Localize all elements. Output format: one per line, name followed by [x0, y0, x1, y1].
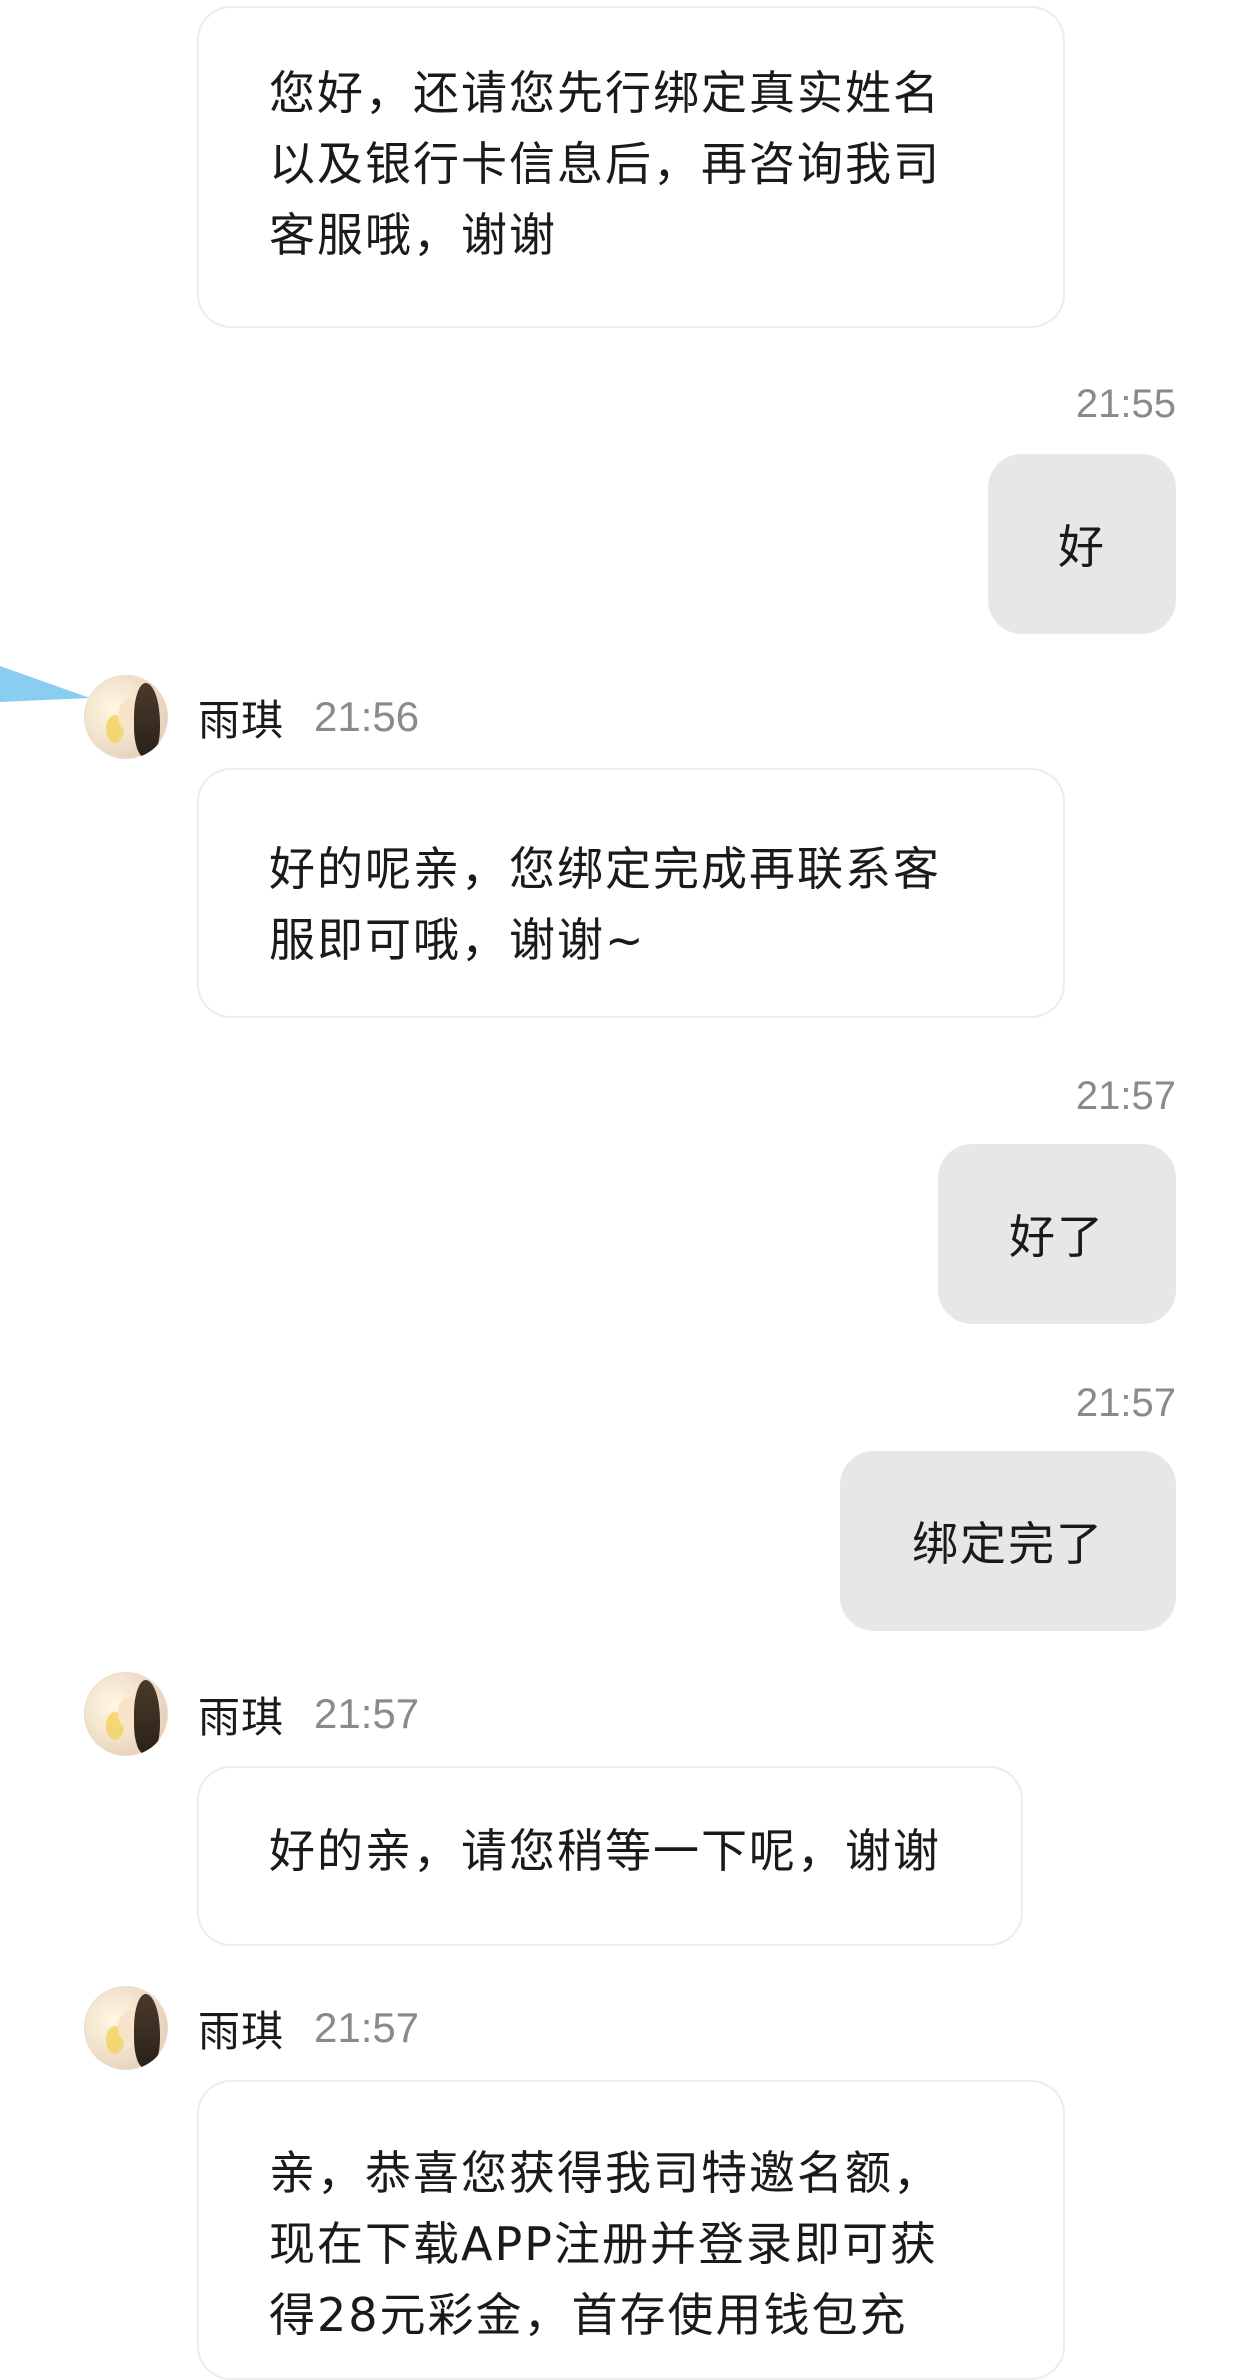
sender-name: 雨琪 [198, 695, 285, 745]
message-sender-row: 雨琪 21:57 [84, 1983, 419, 2073]
message-sender-row: 雨琪 21:56 [84, 672, 419, 762]
incoming-message-bubble[interactable]: 好的亲，请您稍等一下呢，谢谢 [197, 1766, 1023, 1946]
message-timestamp: 21:57 [1075, 1381, 1176, 1425]
avatar[interactable] [84, 1986, 168, 2070]
sender-name: 雨琪 [198, 1692, 285, 1742]
incoming-message-bubble[interactable]: 亲，恭喜您获得我司特邀名额， 现在下载APP注册并登录即可获 得28元彩金，首存… [197, 2080, 1065, 2380]
message-timestamp: 21:57 [314, 2004, 420, 2051]
message-timestamp: 21:55 [1075, 382, 1176, 426]
outgoing-message-bubble[interactable]: 好 [988, 454, 1176, 634]
message-timestamp: 21:57 [1075, 1074, 1176, 1118]
sender-name: 雨琪 [198, 2006, 285, 2056]
message-timestamp: 21:56 [314, 693, 420, 740]
message-timestamp: 21:57 [314, 1690, 420, 1737]
outgoing-message-bubble[interactable]: 好了 [938, 1144, 1176, 1324]
incoming-message-bubble[interactable]: 好的呢亲，您绑定完成再联系客 服即可哦，谢谢~ [197, 768, 1065, 1018]
decorative-streak [0, 666, 90, 702]
avatar[interactable] [84, 675, 168, 759]
outgoing-message-bubble[interactable]: 绑定完了 [840, 1451, 1176, 1631]
message-sender-row: 雨琪 21:57 [84, 1669, 419, 1759]
incoming-message-bubble[interactable]: 您好，还请您先行绑定真实姓名 以及银行卡信息后，再咨询我司 客服哦，谢谢 [197, 6, 1065, 328]
avatar[interactable] [84, 1672, 168, 1756]
